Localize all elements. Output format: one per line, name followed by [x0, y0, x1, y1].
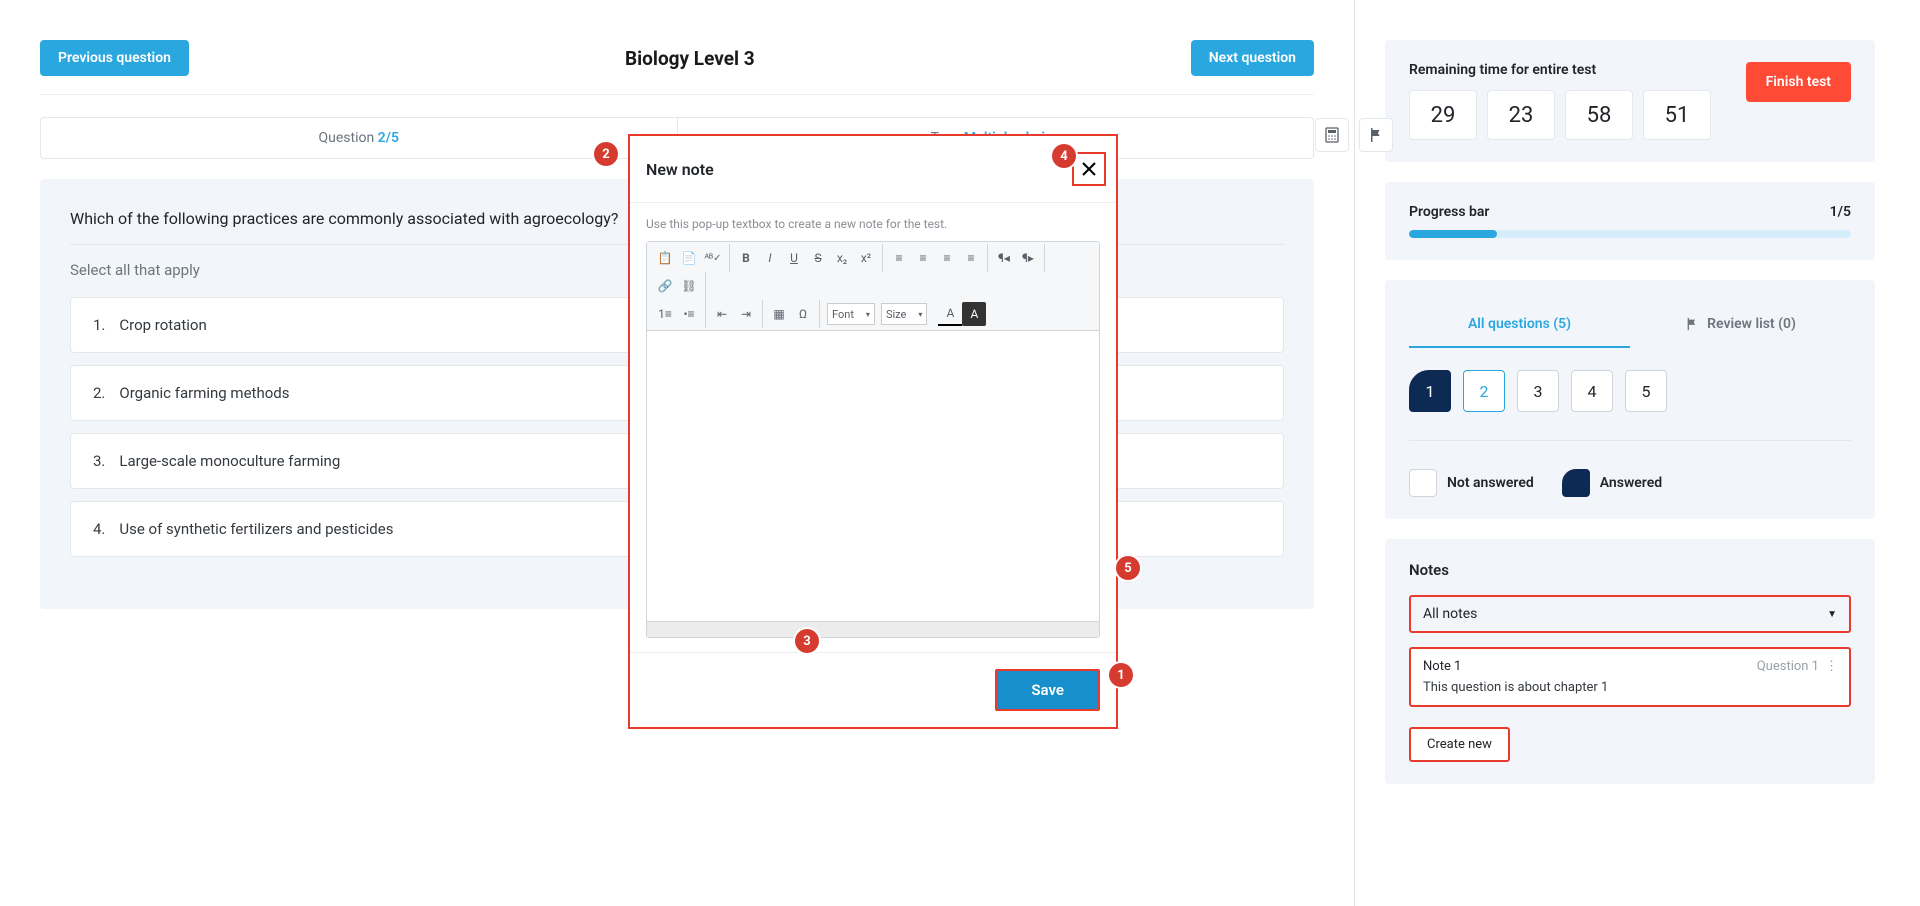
legend-answered: Answered — [1562, 469, 1662, 497]
bg-color-icon[interactable]: A — [962, 302, 986, 326]
rtl-icon[interactable]: ¶▸ — [1016, 246, 1040, 270]
question-nav-3[interactable]: 3 — [1517, 370, 1559, 412]
note-item-title: Note 1 — [1423, 659, 1461, 674]
annotation-2: 2 — [594, 142, 618, 166]
questions-panel: All questions (5) Review list (0) 1 2 3 … — [1385, 280, 1875, 519]
tab-all-questions[interactable]: All questions (5) — [1409, 302, 1630, 348]
more-icon[interactable]: ⋮ — [1825, 659, 1837, 674]
notes-title: Notes — [1409, 561, 1851, 579]
timer-days: 29 — [1409, 90, 1477, 140]
timer-seconds: 51 — [1643, 90, 1711, 140]
annotation-1: 1 — [1109, 663, 1133, 687]
size-select[interactable]: Size▾ — [881, 303, 927, 325]
outdent-icon[interactable]: ⇤ — [710, 302, 734, 326]
question-nav-5[interactable]: 5 — [1625, 370, 1667, 412]
option-num: 2. — [93, 384, 105, 402]
question-nav-1[interactable]: 1 — [1409, 370, 1451, 412]
special-char-icon[interactable]: Ω — [791, 302, 815, 326]
flag-icon — [1685, 317, 1699, 331]
notes-filter-select[interactable]: All notes ▼ — [1409, 595, 1851, 633]
annotation-3: 3 — [795, 629, 819, 653]
progress-track — [1409, 230, 1851, 238]
progress-count: 1/5 — [1830, 204, 1851, 220]
table-icon[interactable]: ▦ — [767, 302, 791, 326]
bold-icon[interactable]: B — [734, 246, 758, 270]
question-counter-label: Question — [319, 130, 378, 146]
option-text: Use of synthetic fertilizers and pestici… — [119, 520, 393, 538]
option-text: Crop rotation — [119, 316, 206, 334]
question-counter: Question 2/5 — [41, 118, 677, 158]
italic-icon[interactable]: I — [758, 246, 782, 270]
align-left-icon[interactable]: ≡ — [887, 246, 911, 270]
option-text: Large-scale monoculture farming — [119, 452, 340, 470]
annotation-4: 4 — [1052, 144, 1076, 168]
progress-label: Progress bar — [1409, 204, 1489, 220]
finish-test-button[interactable]: Finish test — [1746, 62, 1851, 102]
annotation-5: 5 — [1116, 556, 1140, 580]
rich-text-editor: 📋 📄 ᴬᴮ✓ B I U S x₂ x² ≡ ≡ ≡ ≡ — [646, 241, 1100, 638]
note-item-ref: Question 1 — [1757, 659, 1819, 674]
modal-hint: Use this pop-up textbox to create a new … — [646, 217, 1100, 231]
paste-text-icon[interactable]: 📄 — [677, 246, 701, 270]
question-counter-value: 2/5 — [378, 130, 399, 146]
previous-question-button[interactable]: Previous question — [40, 40, 189, 76]
notes-filter-value: All notes — [1423, 606, 1477, 622]
option-text: Organic farming methods — [119, 384, 289, 402]
new-note-modal: New note Use this pop-up textbox to crea… — [628, 134, 1118, 729]
note-item[interactable]: Note 1 Question 1 ⋮ This question is abo… — [1409, 647, 1851, 707]
option-num: 3. — [93, 452, 105, 470]
timer-hours: 23 — [1487, 90, 1555, 140]
question-nav-2[interactable]: 2 — [1463, 370, 1505, 412]
editor-toolbar: 📋 📄 ᴬᴮ✓ B I U S x₂ x² ≡ ≡ ≡ ≡ — [647, 242, 1099, 331]
timer-label: Remaining time for entire test — [1409, 62, 1732, 78]
note-textarea[interactable] — [647, 331, 1099, 621]
timer-minutes: 58 — [1565, 90, 1633, 140]
ltr-icon[interactable]: ¶◂ — [992, 246, 1016, 270]
indent-icon[interactable]: ⇥ — [734, 302, 758, 326]
question-nav-4[interactable]: 4 — [1571, 370, 1613, 412]
align-right-icon[interactable]: ≡ — [935, 246, 959, 270]
legend-ans-label: Answered — [1600, 475, 1662, 491]
ordered-list-icon[interactable]: 1≡ — [653, 302, 677, 326]
next-question-button[interactable]: Next question — [1191, 40, 1314, 76]
text-color-icon[interactable]: A — [938, 302, 962, 326]
create-note-button[interactable]: Create new — [1409, 727, 1510, 762]
note-item-body: This question is about chapter 1 — [1423, 680, 1837, 695]
close-button[interactable] — [1072, 152, 1106, 186]
notes-panel: Notes All notes ▼ Note 1 Question 1 ⋮ Th… — [1385, 539, 1875, 784]
calculator-icon[interactable] — [1315, 118, 1349, 152]
option-num: 4. — [93, 520, 105, 538]
unordered-list-icon[interactable]: •≡ — [677, 302, 701, 326]
save-button[interactable]: Save — [995, 669, 1100, 711]
unlink-icon[interactable]: ⛓ — [677, 274, 701, 298]
timer-panel: Remaining time for entire test 29 23 58 … — [1385, 40, 1875, 162]
subscript-icon[interactable]: x₂ — [830, 246, 854, 270]
align-center-icon[interactable]: ≡ — [911, 246, 935, 270]
page-title: Biology Level 3 — [625, 47, 755, 70]
option-num: 1. — [93, 316, 105, 334]
tab-review-label: Review list (0) — [1707, 316, 1796, 332]
legend-not-label: Not answered — [1447, 475, 1534, 491]
resize-handle[interactable] — [647, 621, 1099, 637]
link-icon[interactable]: 🔗 — [653, 274, 677, 298]
font-select[interactable]: Font▾ — [827, 303, 875, 325]
close-icon — [1080, 160, 1098, 178]
progress-panel: Progress bar 1/5 — [1385, 182, 1875, 260]
strike-icon[interactable]: S — [806, 246, 830, 270]
underline-icon[interactable]: U — [782, 246, 806, 270]
spellcheck-icon[interactable]: ᴬᴮ✓ — [701, 246, 725, 270]
modal-title: New note — [646, 160, 714, 179]
nav-row: Previous question Biology Level 3 Next q… — [40, 40, 1314, 95]
align-justify-icon[interactable]: ≡ — [959, 246, 983, 270]
tab-review-list[interactable]: Review list (0) — [1630, 302, 1851, 348]
paste-icon[interactable]: 📋 — [653, 246, 677, 270]
progress-fill — [1409, 230, 1497, 238]
legend-not-answered: Not answered — [1409, 469, 1534, 497]
flag-icon[interactable] — [1359, 118, 1393, 152]
superscript-icon[interactable]: x² — [854, 246, 878, 270]
caret-down-icon: ▼ — [1827, 609, 1837, 620]
